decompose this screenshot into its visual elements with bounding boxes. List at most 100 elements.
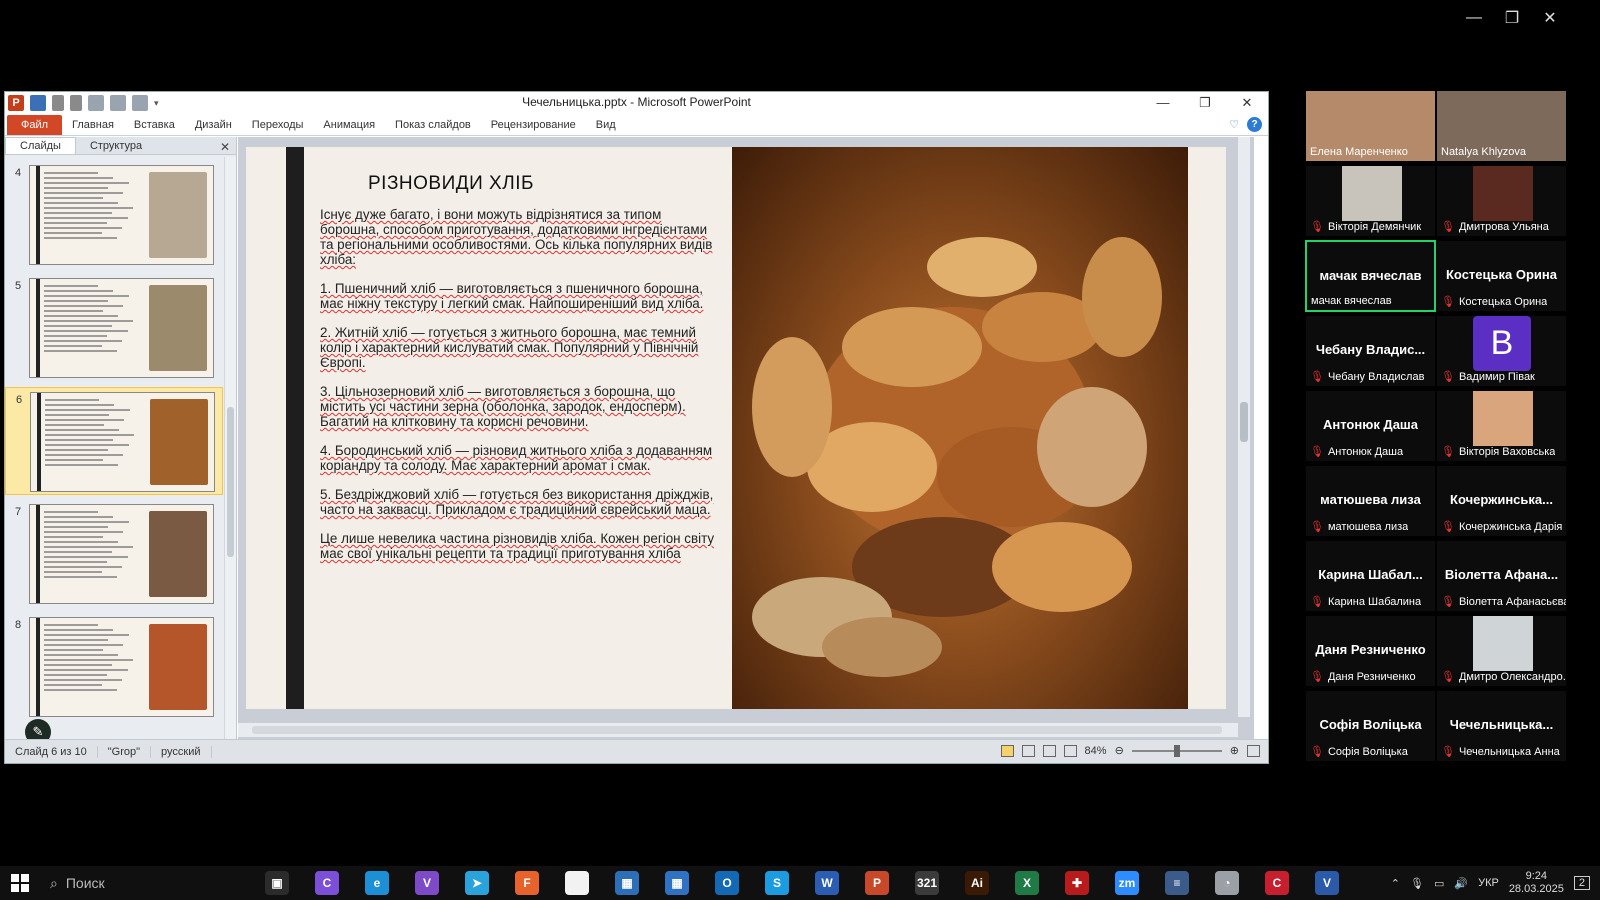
participant-tile[interactable]: Елена Маренченко [1305, 90, 1436, 162]
outlook-icon[interactable]: O [710, 866, 744, 900]
normal-view-icon[interactable] [1000, 744, 1014, 757]
help-icon[interactable]: ? [1247, 117, 1262, 132]
task-view-icon[interactable]: ▣ [260, 866, 294, 900]
participant-tile[interactable]: Кочержинська... 🎙 Кочержинська Дарія [1436, 465, 1567, 537]
slide-paragraph[interactable]: 1. Пшеничний хліб — виготовляється з пше… [320, 281, 720, 311]
illustrator-icon[interactable]: Ai [960, 866, 994, 900]
reading-view-icon[interactable] [1042, 744, 1056, 757]
notifications-icon[interactable]: 2 [1573, 876, 1590, 890]
tab-file[interactable]: Файл [7, 114, 63, 135]
zoom-out-icon[interactable]: ⊖ [1115, 744, 1124, 757]
app-brain-icon[interactable]: ◔ [1210, 866, 1244, 900]
microphone-icon[interactable]: 🎙 [1410, 877, 1424, 890]
powerpoint-logo-icon[interactable]: P [8, 95, 24, 111]
participant-tile[interactable]: B 🎙 Вадимир Півак [1436, 315, 1567, 387]
tab-animation[interactable]: Анимация [313, 119, 385, 131]
viber-icon[interactable]: V [410, 866, 444, 900]
slide-paragraph[interactable]: Існує дуже багато, і вони можуть відрізн… [320, 207, 720, 267]
skype-icon[interactable]: S [760, 866, 794, 900]
slide-thumbnail[interactable]: 8 [5, 613, 223, 721]
slide-paragraph[interactable]: 3. Цільнозерновий хліб — виготовляється … [320, 384, 720, 429]
edge-icon[interactable]: e [360, 866, 394, 900]
slideshow-view-icon[interactable] [1063, 744, 1077, 757]
participant-tile[interactable]: Антонюк Даша 🎙 Антонюк Даша [1305, 390, 1436, 462]
participant-tile[interactable]: Даня Резниченко 🎙 Даня Резниченко [1305, 615, 1436, 687]
clock[interactable]: 9:24 28.03.2025 [1509, 870, 1564, 896]
slideshow-icon[interactable] [88, 95, 104, 111]
slide-thumbnail[interactable]: 7 [5, 500, 223, 608]
calculator-icon[interactable]: ▦ [610, 866, 644, 900]
slide-sorter-icon[interactable] [1021, 744, 1035, 757]
zoom-level[interactable]: 84% [1085, 745, 1107, 757]
slide-thumbnail[interactable]: 6 [5, 387, 223, 495]
slide-paragraph[interactable]: Це лише невелика частина різновидів хліб… [320, 531, 720, 561]
slide-body-text[interactable]: Існує дуже багато, і вони можуть відрізн… [320, 207, 720, 575]
tab-slides[interactable]: Слайды [5, 137, 76, 154]
calendar-icon[interactable]: ▦ [660, 866, 694, 900]
powerpoint-icon[interactable]: P [860, 866, 894, 900]
volume-icon[interactable]: 🔊 [1454, 877, 1468, 890]
telegram-icon[interactable]: ➤ [460, 866, 494, 900]
preview-icon[interactable] [132, 95, 148, 111]
zoom-restore-button[interactable]: ❐ [1494, 6, 1530, 30]
network-icon[interactable]: ▭ [1434, 877, 1444, 890]
panel-scrollbar[interactable] [224, 157, 236, 741]
tray-overflow-icon[interactable]: ⌃ [1391, 877, 1400, 890]
tab-view[interactable]: Вид [586, 119, 626, 131]
slide-thumbnail[interactable]: 5 [5, 274, 223, 382]
current-slide[interactable]: РІЗНОВИДИ ХЛІБ Існує дуже багато, і вони… [246, 147, 1226, 709]
file-icon[interactable] [560, 866, 594, 900]
zoom-slider[interactable] [1131, 744, 1222, 757]
slide-paragraph[interactable]: 4. Бородинський хліб — різновид житнього… [320, 443, 720, 473]
app-stack-icon[interactable]: ≡ [1160, 866, 1194, 900]
tab-insert[interactable]: Вставка [124, 119, 185, 131]
close-button[interactable]: ✕ [1226, 92, 1268, 114]
participant-tile[interactable]: матюшева лиза 🎙 матюшева лиза [1305, 465, 1436, 537]
participant-tile[interactable]: мачак вячеслав мачак вячеслав [1305, 240, 1436, 312]
zoom-close-button[interactable]: ✕ [1532, 6, 1568, 30]
tab-design[interactable]: Дизайн [185, 119, 242, 131]
word-icon[interactable]: W [810, 866, 844, 900]
zoom-in-icon[interactable]: ⊕ [1230, 744, 1239, 757]
tab-transitions[interactable]: Переходы [242, 119, 314, 131]
tab-outline[interactable]: Структура [76, 138, 156, 154]
theme-name[interactable]: "Grop" [98, 745, 152, 758]
participant-tile[interactable]: 🎙 Дмитро Олександро... [1436, 615, 1567, 687]
tab-review[interactable]: Рецензирование [481, 119, 586, 131]
ribbon-expand-icon[interactable]: ♡ [1229, 118, 1239, 131]
windows-start-icon[interactable] [0, 866, 40, 900]
language[interactable]: русский [151, 745, 212, 758]
participant-tile[interactable]: 🎙 Вікторія Ваховська [1436, 390, 1567, 462]
participant-tile[interactable]: Natalya Khlyzova [1436, 90, 1567, 162]
firefox-icon[interactable]: F [510, 866, 544, 900]
undo-icon[interactable] [52, 95, 64, 111]
zoom-minimize-button[interactable]: — [1456, 6, 1492, 30]
puzzle-icon[interactable]: ✚ [1060, 866, 1094, 900]
slide-paragraph[interactable]: 5. Бездріжджовий хліб — готується без ви… [320, 487, 720, 517]
calendar-321-icon[interactable]: 321 [910, 866, 944, 900]
participant-tile[interactable]: 🎙 Дмитрова Ульяна [1436, 165, 1567, 237]
participant-tile[interactable]: Костецька Орина 🎙 Костецька Орина [1436, 240, 1567, 312]
zoom-icon[interactable]: zm [1110, 866, 1144, 900]
app-c-icon[interactable]: C [1260, 866, 1294, 900]
minimize-button[interactable]: — [1142, 92, 1184, 114]
participant-tile[interactable]: Софія Воліцька 🎙 Софія Воліцька [1305, 690, 1436, 762]
participant-tile[interactable]: Чебану Владис... 🎙 Чебану Владислав [1305, 315, 1436, 387]
editor-horizontal-scrollbar[interactable] [238, 723, 1238, 737]
redo-icon[interactable] [70, 95, 82, 111]
visio-icon[interactable]: V [1310, 866, 1344, 900]
participant-tile[interactable]: Чечельницька... 🎙 Чечельницька Анна [1436, 690, 1567, 762]
fit-to-window-icon[interactable] [1247, 744, 1260, 757]
tab-slideshow[interactable]: Показ слайдов [385, 119, 481, 131]
input-language[interactable]: УКР [1478, 877, 1499, 889]
copilot-icon[interactable]: C [310, 866, 344, 900]
editor-vertical-scrollbar[interactable] [1238, 137, 1250, 717]
participant-tile[interactable]: 🎙 Вікторія Демянчик [1305, 165, 1436, 237]
slide-thumbnail[interactable]: 4 [5, 161, 223, 269]
slide-paragraph[interactable]: 2. Житній хліб — готується з житнього бо… [320, 325, 720, 370]
excel-icon[interactable]: X [1010, 866, 1044, 900]
panel-close-icon[interactable]: ✕ [220, 140, 230, 154]
participant-tile[interactable]: Віолетта Афана... 🎙 Віолетта Афанасьєва [1436, 540, 1567, 612]
customize-qat-icon[interactable]: ▾ [154, 98, 159, 109]
restore-button[interactable]: ❐ [1184, 92, 1226, 114]
